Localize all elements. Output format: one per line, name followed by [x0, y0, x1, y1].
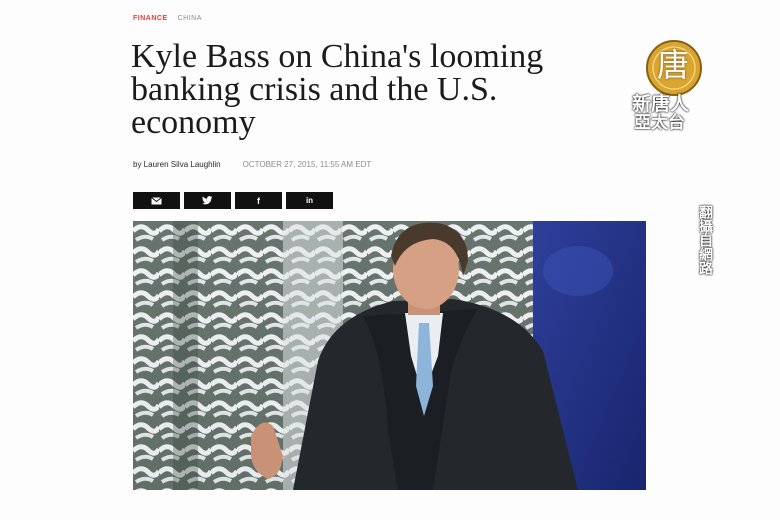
- subcategory-link[interactable]: CHINA: [178, 15, 202, 22]
- article-headline: Kyle Bass on China's looming banking cri…: [131, 38, 544, 141]
- article-tags: FINANCE CHINA: [133, 15, 202, 22]
- twitter-share-button[interactable]: [184, 192, 231, 209]
- share-bar: f in: [133, 192, 333, 209]
- source-caption: 翻攝自網路: [698, 205, 714, 275]
- logo-character: 唐: [657, 46, 690, 84]
- interview-photo: [133, 221, 646, 490]
- station-name-line2: 亞太台: [634, 113, 685, 132]
- ntd-station-logo: 唐 新唐人 亞太台: [632, 38, 716, 132]
- article-page: FINANCE CHINA Kyle Bass on China's loomi…: [0, 0, 780, 520]
- publish-date: OCTOBER 27, 2015, 11:55 AM EDT: [242, 160, 372, 169]
- byline: by Lauren Silva Laughlin OCTOBER 27, 201…: [133, 160, 371, 169]
- twitter-icon: [202, 196, 213, 205]
- article-body-cutoff: [133, 510, 646, 520]
- facebook-share-button[interactable]: f: [235, 192, 282, 209]
- article-photo: [133, 221, 646, 490]
- email-icon: [151, 196, 162, 204]
- linkedin-share-button[interactable]: in: [286, 192, 333, 209]
- station-name-line1: 新唐人: [632, 94, 690, 115]
- facebook-icon: f: [257, 195, 260, 206]
- author-link[interactable]: by Lauren Silva Laughlin: [133, 160, 221, 169]
- email-share-button[interactable]: [133, 192, 180, 209]
- category-link[interactable]: FINANCE: [133, 15, 168, 22]
- linkedin-icon: in: [305, 196, 314, 205]
